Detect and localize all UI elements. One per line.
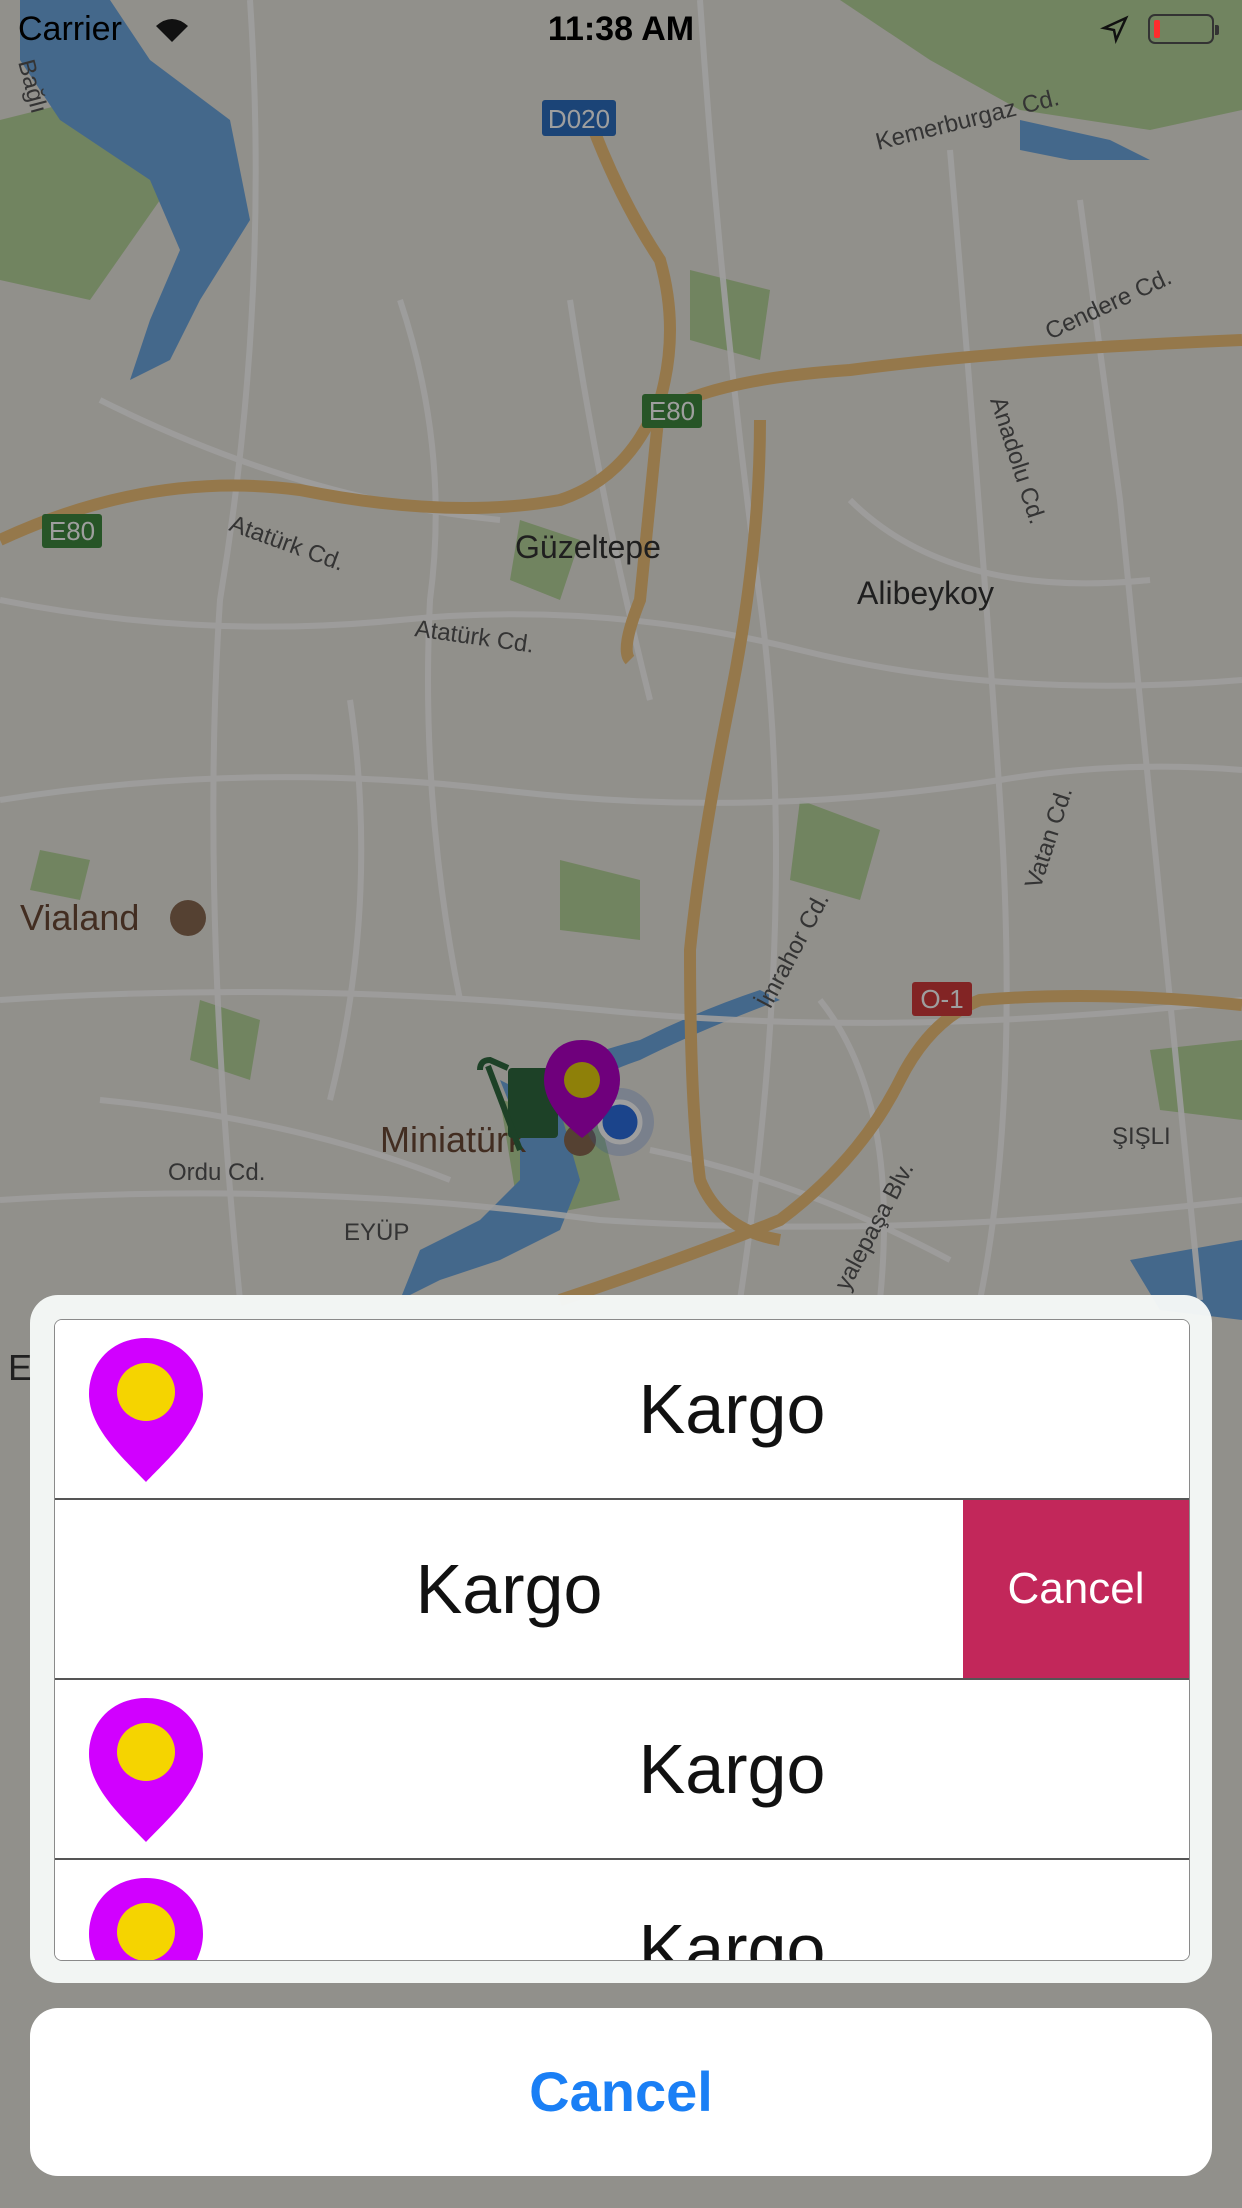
list-item-swiped[interactable]: Kargo Cancel [55, 1500, 1189, 1680]
list-item-label: Kargo [638, 1730, 826, 1808]
map-pin-icon [89, 1878, 203, 1960]
row-cancel-button[interactable]: Cancel [963, 1500, 1189, 1678]
list-item-label: Kargo [638, 1370, 826, 1448]
action-sheet: Kargo Kargo Cancel Kargo Kargo [30, 1295, 1212, 1983]
list-item[interactable]: Kargo [55, 1320, 1189, 1500]
map-pin-icon [89, 1698, 203, 1842]
location-arrow-icon [1100, 15, 1129, 44]
status-bar: Carrier 11:38 AM [0, 0, 1242, 60]
list-item-label: Kargo [415, 1550, 603, 1628]
cancel-button[interactable]: Cancel [30, 2008, 1212, 2176]
list-item[interactable]: Kargo [55, 1860, 1189, 1961]
location-list[interactable]: Kargo Kargo Cancel Kargo Kargo [54, 1319, 1190, 1961]
battery-icon [1148, 14, 1219, 44]
list-item[interactable]: Kargo [55, 1680, 1189, 1860]
list-item-label: Kargo [638, 1910, 826, 1961]
clock: 11:38 AM [547, 10, 695, 48]
map-pin-icon [89, 1338, 203, 1482]
list-item-content[interactable]: Kargo [55, 1500, 963, 1678]
